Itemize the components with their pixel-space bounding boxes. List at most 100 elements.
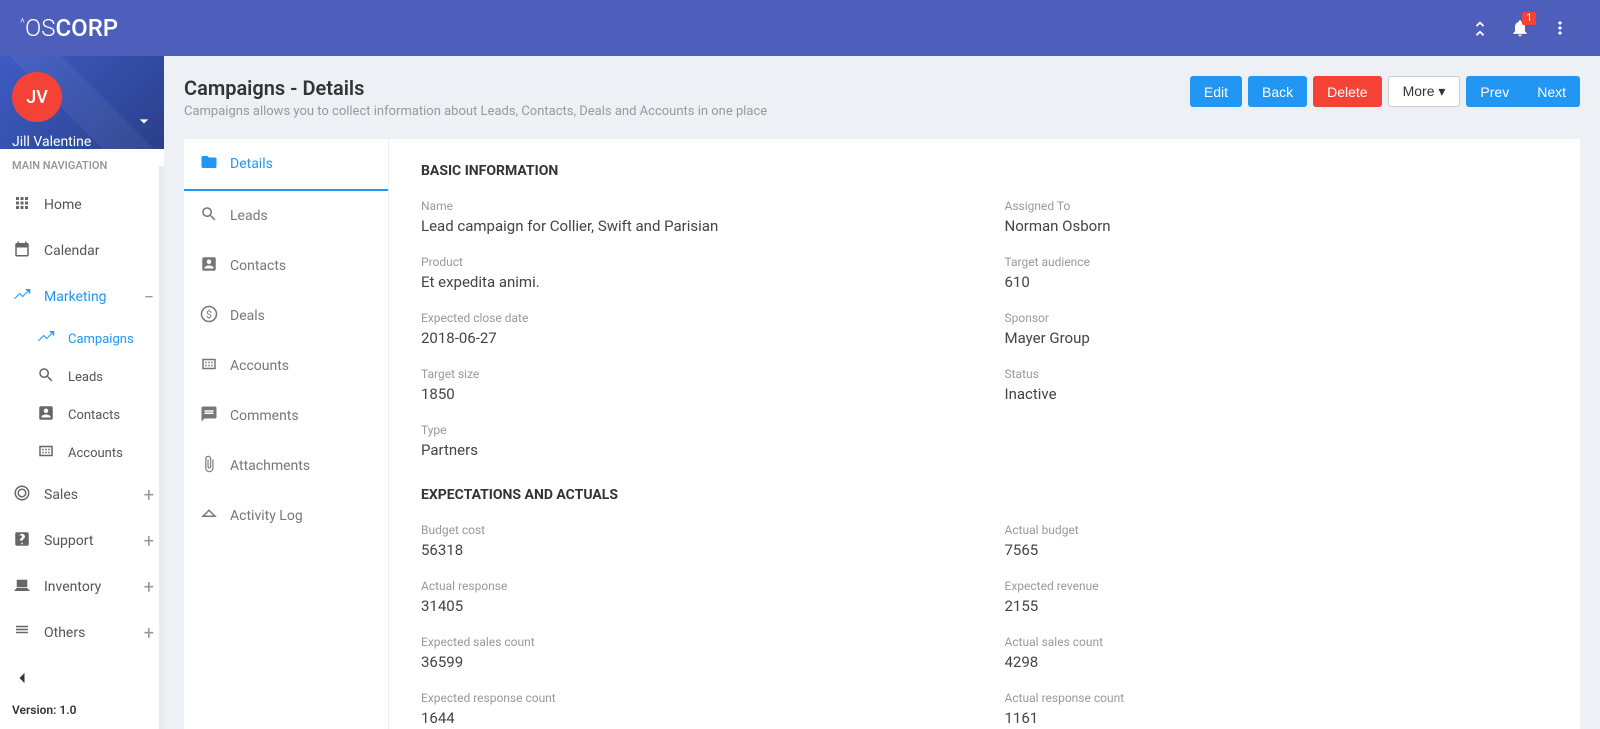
merge-icon[interactable] xyxy=(1460,8,1500,48)
sidebar-item-leads[interactable]: Leads xyxy=(24,358,164,396)
sidebar-item-calendar[interactable]: Calendar xyxy=(0,228,164,274)
main-content: Campaigns - Details Campaigns allows you… xyxy=(164,56,1600,729)
expand-icon: + xyxy=(144,531,154,552)
sidebar-item-home[interactable]: Home xyxy=(0,182,164,228)
sidebar-item-accounts[interactable]: Accounts xyxy=(24,434,164,472)
tab-accounts[interactable]: Accounts xyxy=(184,341,388,391)
expand-icon: + xyxy=(144,485,154,506)
field-label: Actual response xyxy=(421,579,965,593)
sidebar-item-contacts[interactable]: Contacts xyxy=(24,396,164,434)
field: Target audience610 xyxy=(1005,255,1549,291)
field: Expected sales count 36599 xyxy=(421,635,965,671)
field-label: Actual budget xyxy=(1005,523,1549,537)
more-vert-icon[interactable] xyxy=(1540,8,1580,48)
sidebar: JV Jill Valentine admin@laravel-bap.com … xyxy=(0,56,164,729)
tab-attachments[interactable]: Attachments xyxy=(184,441,388,491)
brand-logo[interactable]: ^OSCORP xyxy=(20,14,118,42)
field-label: Target size xyxy=(421,367,965,381)
field: Type Partners xyxy=(421,423,965,459)
field: Expected close date 2018-06-27 xyxy=(421,311,965,347)
prev-button[interactable]: Prev xyxy=(1466,76,1523,107)
version-label: Version: 1.0 xyxy=(12,703,152,717)
field-value: 1644 xyxy=(421,709,965,727)
notification-badge: 1 xyxy=(1522,12,1536,25)
field-value: 7565 xyxy=(1005,541,1549,559)
field: Actual budget 7565 xyxy=(1005,523,1549,559)
sales-icon xyxy=(12,484,32,506)
field: Expected revenue2155 xyxy=(1005,579,1549,615)
expand-icon: + xyxy=(144,623,154,644)
field: SponsorMayer Group xyxy=(1005,311,1549,347)
tab-leads[interactable]: Leads xyxy=(184,191,388,241)
campaigns-icon xyxy=(36,328,56,350)
field-label: Expected close date xyxy=(421,311,965,325)
next-button[interactable]: Next xyxy=(1523,76,1580,107)
svg-text:$: $ xyxy=(206,308,212,321)
nav-header: MAIN NAVIGATION xyxy=(0,149,164,182)
field-value: 4298 xyxy=(1005,653,1549,671)
delete-button[interactable]: Delete xyxy=(1313,76,1381,107)
field-label: Actual sales count xyxy=(1005,635,1549,649)
field-value: 1850 xyxy=(421,385,965,403)
field-value: 2018-06-27 xyxy=(421,329,965,347)
tab-activity-log[interactable]: Activity Log xyxy=(184,491,388,541)
tab-contacts[interactable]: Contacts xyxy=(184,241,388,291)
sidebar-item-marketing[interactable]: Marketing− xyxy=(0,274,164,320)
accounts-icon xyxy=(200,355,220,377)
field: Status Inactive xyxy=(1005,367,1549,403)
tab-details[interactable]: Details xyxy=(184,139,388,191)
user-name: Jill Valentine xyxy=(12,134,152,149)
field-label: Expected sales count xyxy=(421,635,965,649)
back-button[interactable]: Back xyxy=(1248,76,1307,107)
expand-icon: + xyxy=(144,577,154,598)
sidebar-item-support[interactable]: Support+ xyxy=(0,518,164,564)
sidebar-item-campaigns[interactable]: Campaigns xyxy=(24,320,164,358)
field-value: Partners xyxy=(421,441,965,459)
field-value: 31405 xyxy=(421,597,965,615)
page-title: Campaigns - Details xyxy=(184,76,767,100)
leads-icon xyxy=(200,205,220,227)
comments-icon xyxy=(200,405,220,427)
deals-icon: $ xyxy=(200,305,220,327)
field-label: Actual response count xyxy=(1005,691,1549,705)
field: Actual response 31405 xyxy=(421,579,965,615)
attachments-icon xyxy=(200,455,220,477)
field-label: Expected response count xyxy=(421,691,965,705)
back-icon[interactable] xyxy=(12,668,152,693)
chevron-down-icon[interactable] xyxy=(134,111,154,135)
calendar-icon xyxy=(12,240,32,262)
leads-icon xyxy=(36,366,56,388)
more-button[interactable]: More ▾ xyxy=(1388,76,1461,107)
field-value: Inactive xyxy=(1005,385,1549,403)
tab-deals[interactable]: $Deals xyxy=(184,291,388,341)
others-icon xyxy=(12,622,32,644)
field-label: Status xyxy=(1005,367,1549,381)
sidebar-item-others[interactable]: Others+ xyxy=(0,610,164,656)
support-icon xyxy=(12,530,32,552)
field-value: Et expedita animi. xyxy=(421,273,965,291)
field-value: 1161 xyxy=(1005,709,1549,727)
field-value: 36599 xyxy=(421,653,965,671)
field: Actual response count 1161 xyxy=(1005,691,1549,727)
detail-tabs: DetailsLeadsContacts$DealsAccountsCommen… xyxy=(184,139,389,729)
user-panel[interactable]: JV Jill Valentine admin@laravel-bap.com xyxy=(0,56,164,149)
sidebar-item-sales[interactable]: Sales+ xyxy=(0,472,164,518)
field-label: Type xyxy=(421,423,965,437)
notifications-icon[interactable]: 1 xyxy=(1500,8,1540,48)
tab-comments[interactable]: Comments xyxy=(184,391,388,441)
avatar: JV xyxy=(12,72,62,122)
contacts-icon xyxy=(200,255,220,277)
field-label: Target audience xyxy=(1005,255,1549,269)
field: Target size 1850 xyxy=(421,367,965,403)
caret-down-icon: ▾ xyxy=(1438,83,1445,99)
section-basic-title: BASIC INFORMATION xyxy=(421,163,1548,179)
field: Actual sales count 4298 xyxy=(1005,635,1549,671)
field: Expected response count 1644 xyxy=(421,691,965,727)
page-subtitle: Campaigns allows you to collect informat… xyxy=(184,104,767,119)
field-value: 2155 xyxy=(1005,597,1549,615)
accounts-icon xyxy=(36,442,56,464)
edit-button[interactable]: Edit xyxy=(1190,76,1242,107)
field-label: Sponsor xyxy=(1005,311,1549,325)
field-label: Assigned To xyxy=(1005,199,1549,213)
sidebar-item-inventory[interactable]: Inventory+ xyxy=(0,564,164,610)
